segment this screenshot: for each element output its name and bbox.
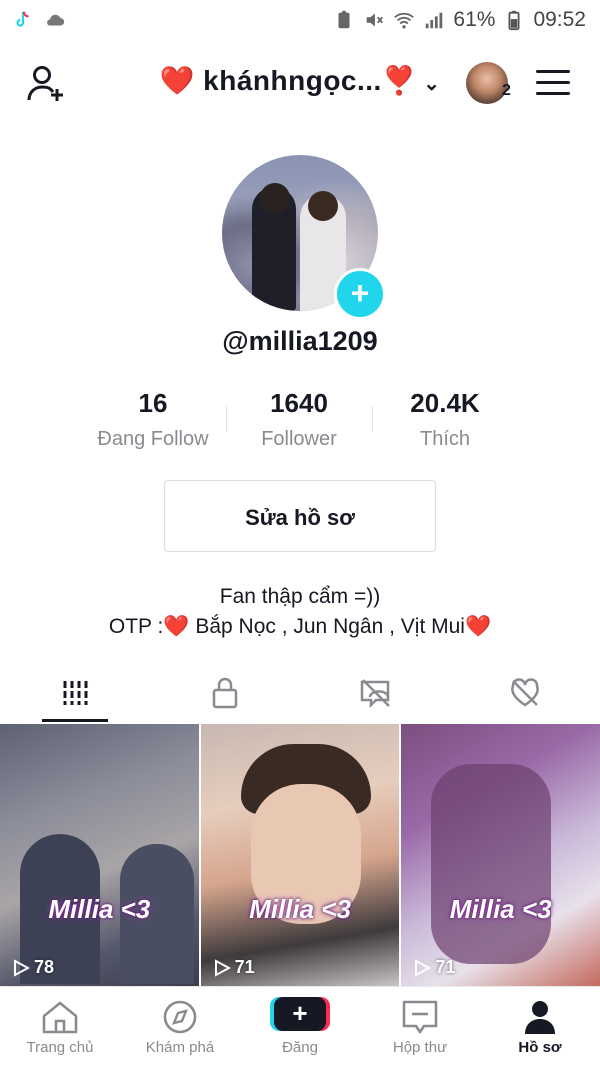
plus-icon: +: [274, 997, 326, 1031]
view-count: 71: [213, 957, 255, 978]
nav-label: Đăng: [282, 1039, 318, 1056]
view-count-value: 71: [435, 957, 456, 977]
stat-likes[interactable]: 20.4K Thích: [372, 386, 518, 456]
stat-label: Follower: [261, 428, 337, 450]
video-thumbnail[interactable]: Millia <3 71: [401, 724, 600, 986]
tiktok-icon: [16, 11, 29, 27]
account-name: ❤️ khánhngọc...❣️: [159, 65, 418, 96]
status-bar: 61% 09:52: [0, 0, 600, 42]
profile-stats: 16 Đang Follow 1640 Follower 20.4K Thích: [80, 386, 520, 456]
stat-label: Đang Follow: [97, 428, 209, 450]
mute-icon: [367, 13, 384, 27]
stat-value: 16: [138, 388, 168, 418]
add-photo-button[interactable]: +: [334, 268, 386, 320]
compass-icon: [163, 1000, 197, 1034]
stat-following[interactable]: 16 Đang Follow: [80, 386, 226, 456]
tab-tagged[interactable]: [300, 668, 450, 722]
profile-header: ❤️ khánhngọc...❣️ ⌄ 2: [0, 52, 600, 116]
stat-followers[interactable]: 1640 Follower: [226, 386, 372, 456]
bottom-nav: Trang chủ Khám phá + Đăng Hộp thư Hồ sơ: [0, 986, 600, 1068]
nav-home[interactable]: Trang chủ: [0, 987, 120, 1068]
chevron-down-icon: ⌄: [423, 73, 441, 95]
nav-discover[interactable]: Khám phá: [120, 987, 240, 1068]
account-count-badge: 2: [502, 82, 511, 99]
nav-label: Hộp thư: [392, 1039, 448, 1056]
nav-profile[interactable]: Hồ sơ: [480, 987, 600, 1068]
lock-icon: [212, 677, 238, 709]
battery-saver-icon: [338, 10, 350, 29]
add-user-icon[interactable]: [24, 62, 68, 106]
view-count-value: 78: [34, 957, 55, 977]
cloud-icon: [47, 14, 65, 26]
tab-private[interactable]: [150, 668, 300, 722]
username: @millia1209: [222, 326, 378, 356]
bio-line: OTP :❤️ Bắp Nọc , Jun Ngân , Vịt Mui❤️: [108, 615, 492, 638]
view-count-value: 71: [234, 957, 255, 977]
wifi-icon: [394, 12, 415, 29]
stat-divider: [226, 406, 227, 432]
stat-value: 1640: [270, 388, 328, 418]
account-switcher[interactable]: ❤️ khánhngọc...❣️ ⌄: [150, 64, 450, 97]
play-icon: [415, 958, 432, 977]
profile-bio: Fan thập cẩm =)) OTP :❤️ Bắp Nọc , Jun N…: [0, 582, 600, 642]
video-thumbnail[interactable]: Millia <3 71: [200, 724, 400, 986]
nav-label: Khám phá: [145, 1039, 215, 1056]
nav-inbox[interactable]: Hộp thư: [360, 987, 480, 1068]
tab-liked[interactable]: [450, 668, 600, 722]
nav-label: Trang chủ: [26, 1039, 94, 1056]
home-icon: [42, 1001, 78, 1034]
edit-profile-button[interactable]: Sửa hồ sơ: [164, 480, 436, 552]
profile-tabs: [0, 668, 600, 722]
video-caption: Millia <3: [249, 894, 351, 924]
stat-label: Thích: [419, 428, 471, 450]
battery-percent: 61%: [453, 8, 496, 31]
stat-divider: [372, 406, 373, 432]
view-count: 78: [12, 957, 54, 978]
play-icon: [214, 958, 231, 977]
profile-icon: [525, 1001, 555, 1034]
liked-hidden-icon: [511, 678, 539, 707]
nav-label: Hồ sơ: [518, 1039, 562, 1056]
video-caption: Millia <3: [449, 894, 552, 924]
video-grid: Millia <3 78 Millia <3 71 Millia <3 71: [0, 724, 600, 986]
view-count: 71: [413, 957, 455, 978]
tab-videos[interactable]: [0, 668, 150, 722]
clock: 09:52: [533, 8, 586, 31]
play-icon: [14, 958, 30, 977]
video-thumbnail[interactable]: Millia <3 78: [0, 724, 199, 986]
menu-icon[interactable]: [536, 70, 570, 98]
inbox-icon: [402, 1000, 438, 1034]
videos-grid-icon: [63, 681, 88, 705]
bio-line: Fan thập cẩm =)): [219, 585, 381, 608]
active-tab-indicator: [42, 719, 108, 722]
video-caption: Millia <3: [48, 894, 151, 924]
battery-icon: [508, 10, 520, 31]
stat-value: 20.4K: [410, 388, 480, 418]
nav-post[interactable]: + Đăng: [240, 987, 360, 1068]
signal-icon: [426, 12, 443, 29]
tagged-hidden-icon: [360, 679, 390, 709]
